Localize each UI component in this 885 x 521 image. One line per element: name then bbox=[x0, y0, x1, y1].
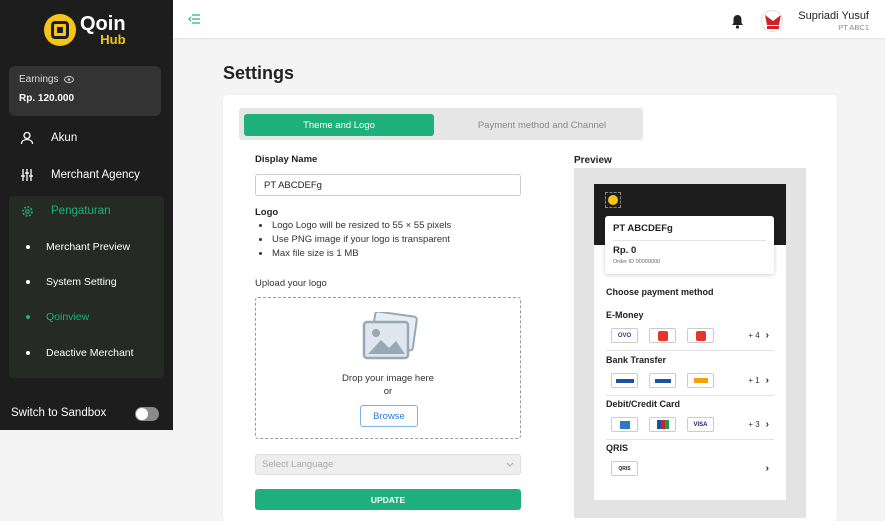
bank-logo-icon bbox=[649, 373, 676, 388]
payment-row-card[interactable]: VISA + 3 › bbox=[611, 417, 773, 433]
bullet-icon bbox=[26, 245, 30, 249]
sidebar-group-pengaturan: Pengaturan Merchant Preview System Setti… bbox=[9, 196, 164, 378]
sidebar-item-label: Akun bbox=[51, 132, 78, 144]
earnings-label: Earnings bbox=[19, 74, 59, 85]
sidebar-item-pengaturan[interactable]: Pengaturan bbox=[9, 196, 164, 226]
upload-label: Upload your logo bbox=[255, 278, 327, 289]
bank-logo-icon bbox=[611, 373, 638, 388]
image-placeholder-icon bbox=[361, 310, 419, 367]
payment-section-title: QRIS bbox=[606, 443, 629, 453]
logo-note: Max file size is 1 MB bbox=[259, 248, 359, 259]
tab-payment-method[interactable]: Payment method and Channel bbox=[447, 114, 637, 136]
sidebar: Qoin Hub Earnings Rp. 120.000 Akun Merch… bbox=[0, 0, 173, 430]
subitem-label: Merchant Preview bbox=[46, 241, 131, 253]
bullet-icon bbox=[26, 351, 30, 355]
qris-logo: QRIS bbox=[611, 461, 638, 476]
app-logo[interactable]: Qoin Hub bbox=[44, 14, 126, 46]
notification-bell-icon[interactable] bbox=[731, 14, 744, 34]
amex-logo-icon bbox=[611, 417, 638, 432]
payment-section-title: E-Money bbox=[606, 310, 644, 320]
choose-payment-label: Choose payment method bbox=[606, 287, 714, 297]
display-name-input[interactable]: PT ABCDEFg bbox=[255, 174, 521, 196]
eye-icon[interactable] bbox=[64, 76, 75, 83]
settings-card: Theme and Logo Payment method and Channe… bbox=[223, 95, 837, 521]
checkout-preview: PT ABCDEFg Rp. 0 Order ID 00000000 Choos… bbox=[594, 184, 786, 500]
bullet-icon bbox=[26, 280, 30, 284]
earnings-value: Rp. 120.000 bbox=[19, 93, 75, 104]
sidebar-subitem-deactive-merchant[interactable]: Deactive Merchant bbox=[26, 347, 134, 359]
sandbox-label: Switch to Sandbox bbox=[11, 407, 107, 419]
update-button[interactable]: UPDATE bbox=[255, 489, 521, 510]
tab-theme-and-logo[interactable]: Theme and Logo bbox=[244, 114, 434, 136]
chevron-right-icon: › bbox=[765, 463, 769, 474]
earnings-card: Earnings Rp. 120.000 bbox=[9, 66, 161, 116]
sidebar-item-merchant-agency[interactable]: Merchant Agency bbox=[9, 160, 164, 190]
subitem-label: System Setting bbox=[46, 276, 117, 288]
more-count: › bbox=[766, 463, 769, 474]
more-count: + 3 › bbox=[748, 419, 769, 430]
top-bar: Supriadi Yusuf PT ABC1 bbox=[173, 0, 885, 38]
logo-dropzone[interactable]: Drop your image here or Browse bbox=[255, 297, 521, 439]
sidebar-subitem-merchant-preview[interactable]: Merchant Preview bbox=[26, 241, 130, 253]
avatar[interactable] bbox=[761, 10, 783, 32]
preview-amount: Rp. 0 bbox=[613, 245, 637, 256]
preview-area: PT ABCDEFg Rp. 0 Order ID 00000000 Choos… bbox=[574, 168, 806, 518]
merchant-logo-icon bbox=[605, 192, 621, 208]
jcb-logo-icon bbox=[649, 417, 676, 432]
user-icon bbox=[17, 131, 37, 145]
more-count: + 4 › bbox=[748, 330, 769, 341]
display-name-label: Display Name bbox=[255, 154, 318, 165]
visa-logo: VISA bbox=[687, 417, 714, 432]
payment-row-qris[interactable]: QRIS › bbox=[611, 461, 773, 477]
more-count: + 1 › bbox=[748, 375, 769, 386]
preview-label: Preview bbox=[574, 155, 612, 166]
user-company: PT ABC1 bbox=[838, 23, 869, 32]
gear-icon bbox=[17, 205, 37, 218]
language-select[interactable]: Select Language bbox=[255, 454, 521, 475]
sidebar-item-label: Merchant Agency bbox=[51, 169, 140, 181]
preview-order-id: Order ID 00000000 bbox=[613, 259, 661, 265]
chevron-right-icon: › bbox=[765, 375, 769, 386]
toggle-knob bbox=[136, 408, 148, 420]
drop-text: Drop your image here bbox=[342, 373, 434, 384]
logo-note: Logo Logo will be resized to 55 × 55 pix… bbox=[259, 220, 451, 231]
payment-row-emoney[interactable]: OVO + 4 › bbox=[611, 328, 773, 344]
sandbox-toggle[interactable] bbox=[135, 407, 159, 421]
bank-logo-icon bbox=[687, 373, 714, 388]
collapse-menu-icon[interactable] bbox=[188, 13, 200, 27]
sliders-icon bbox=[17, 169, 37, 181]
sidebar-subitem-qoinview[interactable]: Qoinview bbox=[26, 311, 89, 323]
sidebar-subitem-system-setting[interactable]: System Setting bbox=[26, 276, 117, 288]
logo-label: Logo bbox=[255, 207, 279, 218]
qoin-logo-icon bbox=[44, 14, 76, 46]
subitem-label: Deactive Merchant bbox=[46, 347, 134, 359]
page-title: Settings bbox=[223, 63, 295, 83]
order-card: PT ABCDEFg Rp. 0 Order ID 00000000 bbox=[605, 216, 774, 274]
language-select-placeholder: Select Language bbox=[262, 459, 334, 470]
bullet-icon bbox=[26, 315, 30, 319]
payment-row-bank[interactable]: + 1 › bbox=[611, 373, 773, 389]
ewallet-logo-icon bbox=[687, 328, 714, 343]
subitem-label: Qoinview bbox=[46, 311, 90, 323]
chevron-right-icon: › bbox=[765, 330, 769, 341]
sidebar-item-label: Pengaturan bbox=[51, 205, 111, 217]
payment-section-title: Bank Transfer bbox=[606, 355, 667, 365]
logo-note: Use PNG image if your logo is transparen… bbox=[259, 234, 450, 245]
chevron-down-icon bbox=[506, 459, 514, 470]
ovo-logo: OVO bbox=[611, 328, 638, 343]
browse-button[interactable]: Browse bbox=[360, 405, 418, 427]
settings-tabs: Theme and Logo Payment method and Channe… bbox=[239, 108, 643, 140]
shopeepay-logo-icon bbox=[649, 328, 676, 343]
sidebar-item-akun[interactable]: Akun bbox=[9, 123, 164, 153]
user-name[interactable]: Supriadi Yusuf bbox=[798, 10, 869, 22]
payment-section-title: Debit/Credit Card bbox=[606, 399, 681, 409]
or-text: or bbox=[383, 386, 393, 397]
chevron-right-icon: › bbox=[765, 419, 769, 430]
preview-merchant-name: PT ABCDEFg bbox=[613, 223, 673, 234]
